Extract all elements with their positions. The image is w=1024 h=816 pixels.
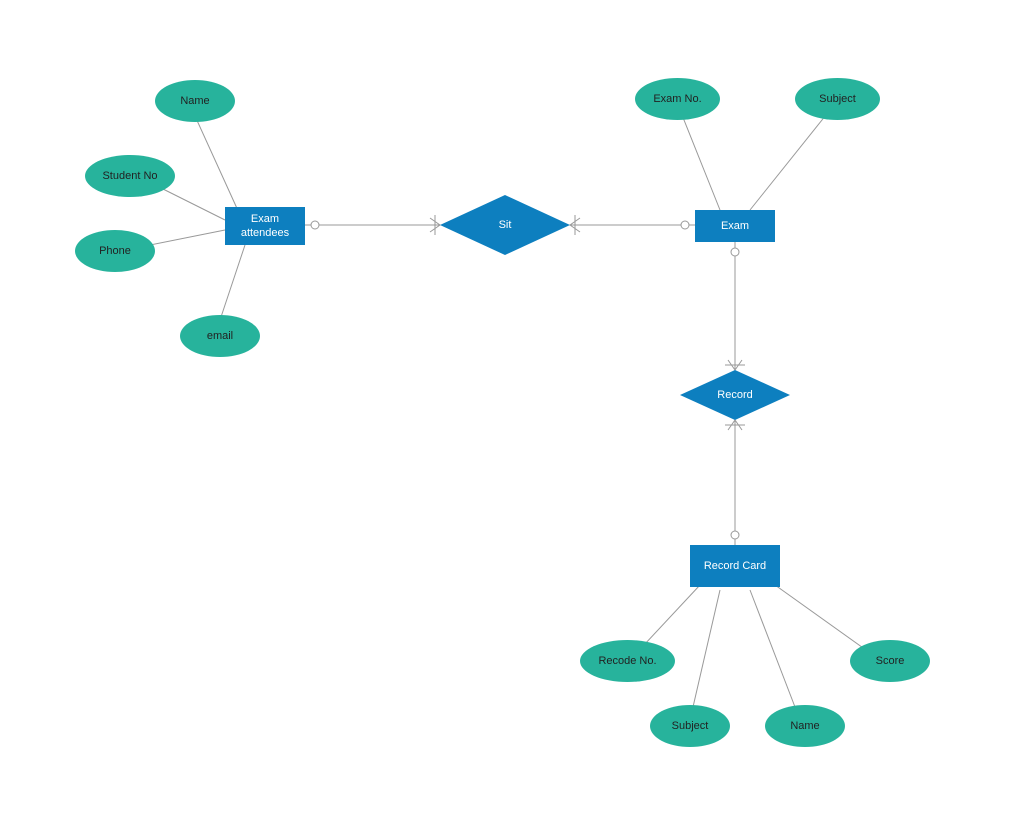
attribute-subject: Subject (795, 78, 880, 120)
attribute-subject-label: Subject (819, 93, 856, 105)
attribute-recode-no: Recode No. (580, 640, 675, 682)
attribute-name-label: Name (180, 95, 209, 107)
entity-exam-attendees: Exam attendees (225, 207, 305, 245)
attribute-recode-no-label: Recode No. (598, 655, 656, 667)
attribute-subject2: Subject (650, 705, 730, 747)
attribute-subject2-label: Subject (672, 720, 709, 732)
attribute-name: Name (155, 80, 235, 122)
relationship-record: Record (680, 370, 790, 420)
attribute-name2: Name (765, 705, 845, 747)
relationship-sit: Sit (440, 195, 570, 255)
attribute-name2-label: Name (790, 720, 819, 732)
attribute-exam-no: Exam No. (635, 78, 720, 120)
entity-exam-label: Exam (721, 219, 749, 233)
relationship-sit-label: Sit (499, 219, 512, 231)
attribute-score: Score (850, 640, 930, 682)
relationship-record-label: Record (717, 389, 752, 401)
attribute-exam-no-label: Exam No. (653, 93, 701, 105)
entity-record-card: Record Card (690, 545, 780, 587)
attribute-phone-label: Phone (99, 245, 131, 257)
connector-lines (0, 0, 1024, 816)
attribute-phone: Phone (75, 230, 155, 272)
attribute-email-label: email (207, 330, 233, 342)
attribute-score-label: Score (876, 655, 905, 667)
entity-record-card-label: Record Card (704, 559, 766, 573)
attribute-email: email (180, 315, 260, 357)
attribute-student-no: Student No (85, 155, 175, 197)
entity-exam-attendees-label: Exam attendees (241, 212, 289, 241)
entity-exam: Exam (695, 210, 775, 242)
attribute-student-no-label: Student No (102, 170, 157, 182)
